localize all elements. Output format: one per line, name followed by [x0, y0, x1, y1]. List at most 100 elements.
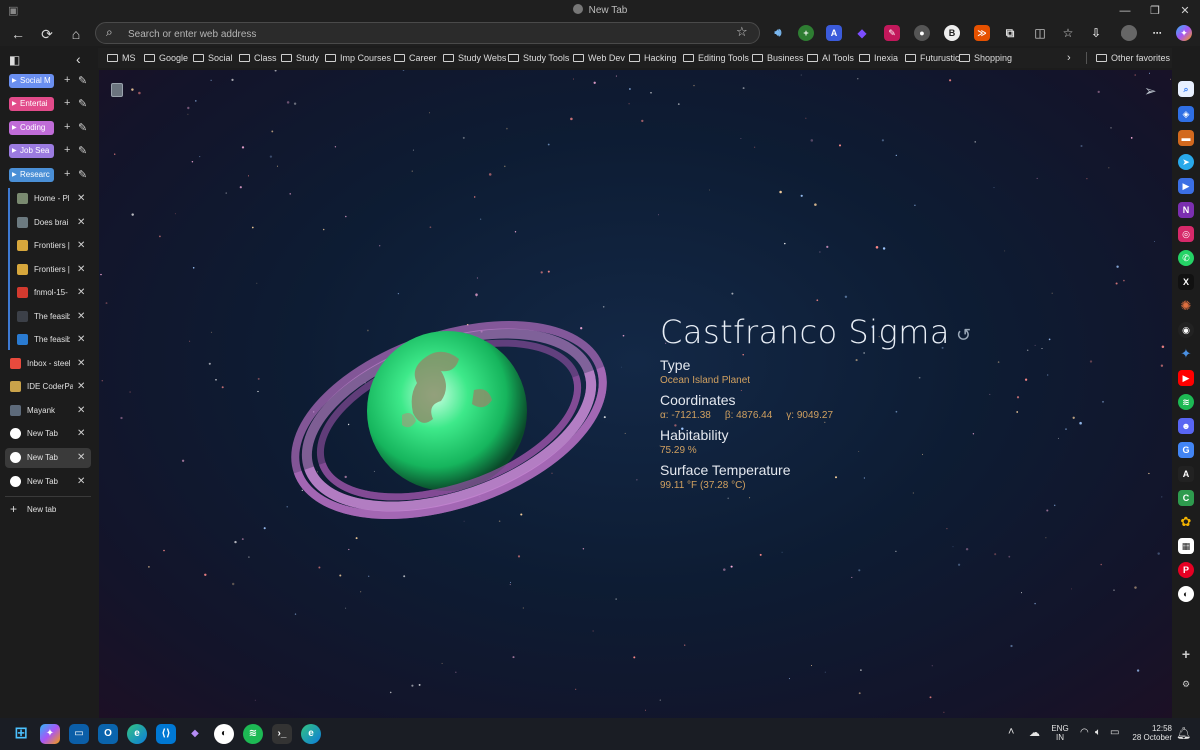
star-icon[interactable]: ☆	[736, 24, 748, 40]
close-tab-icon[interactable]: ✕	[77, 189, 85, 209]
copilot-icon[interactable]: ✦	[1176, 25, 1192, 41]
github-icon[interactable]: ◐	[1178, 586, 1194, 602]
add-tab-to-group-icon[interactable]: +	[64, 168, 70, 180]
github-desktop-icon[interactable]: ◐	[214, 724, 234, 744]
pink-extension-icon[interactable]: ✎	[884, 25, 900, 41]
bookmarks-overflow-chevron-icon[interactable]: ›	[1067, 48, 1071, 68]
minimize-button[interactable]: —	[1110, 0, 1140, 22]
profile-avatar[interactable]	[1121, 25, 1137, 41]
pinterest-icon[interactable]: P	[1178, 562, 1194, 578]
close-tab-icon[interactable]: ✕	[77, 424, 85, 444]
bookmark-folder[interactable]: Business	[752, 48, 804, 68]
edit-group-icon[interactable]: ✎	[78, 121, 87, 134]
tab-group-job-search[interactable]: Job Sea	[9, 144, 54, 158]
plus-circle-icon[interactable]: +	[798, 25, 814, 41]
font-icon[interactable]: A	[1178, 466, 1194, 482]
spotify-icon[interactable]: ≋	[1178, 394, 1194, 410]
bookmark-folder[interactable]: Class	[239, 48, 277, 68]
bookmark-folder[interactable]: Futurustic	[905, 48, 960, 68]
bookmark-folder[interactable]: Shopping	[959, 48, 1012, 68]
notifications-bell-icon[interactable]: 🔔︎	[1176, 726, 1191, 740]
tab-item[interactable]: fnmol-15- ✕	[12, 283, 91, 303]
refresh-planet-icon[interactable]: ↺	[956, 325, 971, 346]
tab-group-social[interactable]: Social M	[9, 74, 54, 88]
edit-group-icon[interactable]: ✎	[78, 97, 87, 110]
close-tab-icon[interactable]: ✕	[77, 354, 85, 374]
briefcase-icon[interactable]: ▬	[1178, 130, 1194, 146]
read-aloud-icon[interactable]: 🔊︎	[770, 25, 786, 41]
translate-icon[interactable]: G	[1178, 442, 1194, 458]
tab-item[interactable]: Inbox - steel ✕	[5, 354, 91, 374]
volume-icon[interactable]: 🔈︎	[1095, 727, 1101, 738]
bookmark-folder[interactable]: Editing Tools	[683, 48, 749, 68]
battery-icon[interactable]: ▭	[1110, 727, 1119, 738]
tab-item-active[interactable]: New Tab ✕	[5, 448, 91, 468]
send-icon[interactable]: ➢	[1144, 82, 1157, 100]
tab-item[interactable]: The feasib ✕	[12, 330, 91, 350]
tab-item[interactable]: Mayank ✕	[5, 401, 91, 421]
code-icon[interactable]: C	[1178, 490, 1194, 506]
favorites-icon[interactable]: ☆	[1060, 25, 1076, 41]
copilot-taskbar-icon[interactable]: ✦	[40, 724, 60, 744]
address-input[interactable]	[126, 26, 720, 42]
more-menu-icon[interactable]: ⋯	[1149, 25, 1165, 41]
tab-group-research[interactable]: Researc	[9, 168, 54, 182]
other-favorites-folder[interactable]: Other favorites	[1096, 48, 1170, 68]
tab-actions-icon[interactable]: ◧	[9, 53, 20, 67]
add-site-icon[interactable]: +	[1178, 646, 1194, 662]
download-icon[interactable]: ⇩	[1088, 25, 1104, 41]
bookmark-folder[interactable]: Web Dev	[573, 48, 625, 68]
tab-item[interactable]: IDE CoderPa ✕	[5, 377, 91, 397]
edge-icon[interactable]: e	[127, 724, 147, 744]
add-tab-to-group-icon[interactable]: +	[64, 74, 70, 86]
diamond-icon[interactable]: ◆	[854, 25, 870, 41]
edit-group-icon[interactable]: ✎	[78, 74, 87, 87]
bookmark-folder[interactable]: Study Tools	[508, 48, 569, 68]
telegram-icon[interactable]: ➤	[1178, 154, 1194, 170]
vscode-icon[interactable]: ⟨⟩	[156, 724, 176, 744]
split-screen-icon[interactable]: ◫	[1032, 25, 1048, 41]
close-tab-icon[interactable]: ✕	[77, 213, 85, 233]
extensions-icon[interactable]: ⧉	[1002, 25, 1018, 41]
grid-icon[interactable]: ▦	[1178, 538, 1194, 554]
onenote-icon[interactable]: N	[1178, 202, 1194, 218]
close-tab-icon[interactable]: ✕	[77, 472, 85, 492]
add-tab-to-group-icon[interactable]: +	[64, 121, 70, 133]
close-tab-icon[interactable]: ✕	[77, 236, 85, 256]
address-bar[interactable]: ⌕ ☆	[95, 22, 760, 44]
b-extension-icon[interactable]: B	[944, 25, 960, 41]
sparkle-icon[interactable]: ✦	[1178, 346, 1194, 362]
close-tab-icon[interactable]: ✕	[77, 330, 85, 350]
home-button[interactable]: ⌂	[64, 22, 88, 46]
start-windows-icon[interactable]: ⊞	[11, 724, 31, 744]
tab-group-entertainment[interactable]: Entertai	[9, 97, 54, 111]
show-hidden-icons-chevron-icon[interactable]: ˄	[1008, 726, 1014, 738]
refresh-button[interactable]: ⟳	[35, 22, 59, 46]
edge-dev-icon[interactable]: e	[301, 724, 321, 744]
orange-extension-icon[interactable]: ≫	[974, 25, 990, 41]
close-tab-icon[interactable]: ✕	[77, 260, 85, 280]
tab-item[interactable]: New Tab ✕	[5, 472, 91, 492]
aperture-icon[interactable]: ◉	[1178, 322, 1194, 338]
new-tab-button[interactable]: + New tab	[5, 500, 91, 520]
x-icon[interactable]: X	[1178, 274, 1194, 290]
instagram-icon[interactable]: ◎	[1178, 226, 1194, 242]
a-extension-icon[interactable]: A	[826, 25, 842, 41]
bookmark-folder[interactable]: MS	[107, 48, 136, 68]
sidebar-settings-icon[interactable]: ⚙	[1178, 676, 1194, 692]
close-tab-icon[interactable]: ✕	[77, 448, 85, 468]
search-icon[interactable]: ⌕	[1178, 81, 1194, 97]
tab-item[interactable]: New Tab ✕	[5, 424, 91, 444]
flower-icon[interactable]: ✿	[1178, 514, 1194, 530]
tab-item[interactable]: Does brai ✕	[12, 213, 91, 233]
terminal-icon[interactable]: ›_	[272, 724, 292, 744]
tab-item[interactable]: The feasib ✕	[12, 307, 91, 327]
language-indicator[interactable]: ENG IN	[1048, 724, 1072, 742]
bookmark-folder[interactable]: Social	[193, 48, 233, 68]
whatsapp-icon[interactable]: ✆	[1178, 250, 1194, 266]
bookmark-folder[interactable]: Hacking	[629, 48, 677, 68]
close-tab-icon[interactable]: ✕	[77, 377, 85, 397]
close-tab-icon[interactable]: ✕	[77, 401, 85, 421]
burst-icon[interactable]: ✺	[1178, 298, 1194, 314]
bookmark-folder[interactable]: Imp Courses	[325, 48, 391, 68]
